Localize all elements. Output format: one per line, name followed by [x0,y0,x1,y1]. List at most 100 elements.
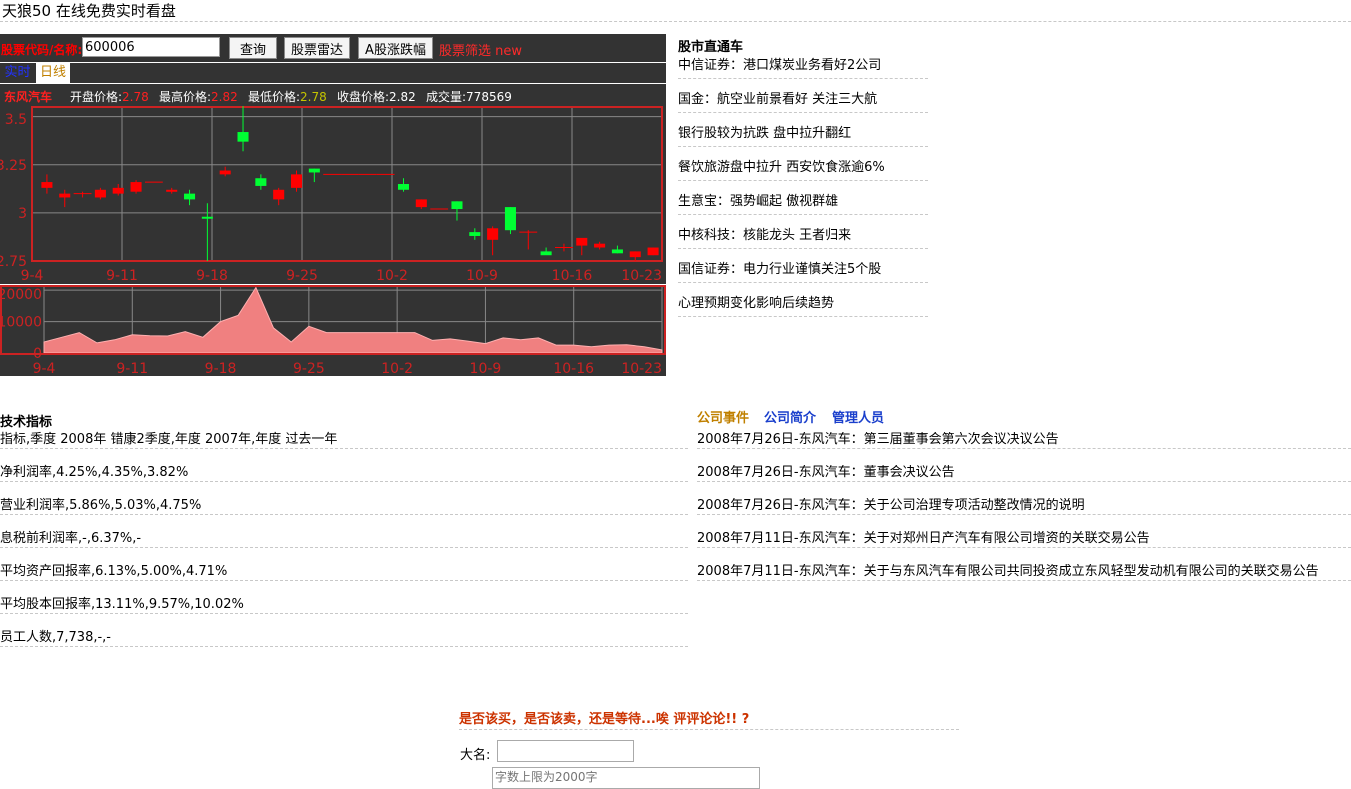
candle-body [255,178,267,186]
name-label: 大名: [460,748,491,763]
event-item[interactable]: 2008年7月11日-东风汽车：关于对郑州日产汽车有限公司增资的关联交易公告 [697,531,1351,548]
tab-company-profile[interactable]: 公司简介 [764,407,816,426]
y-tick-label: 3 [18,206,27,222]
tab-management[interactable]: 管理人员 [832,407,884,426]
candle-body [184,193,196,200]
candle-body [94,189,106,198]
tech-row: 净利润率,4.25%,4.35%,3.82% [0,465,688,482]
news-item[interactable]: 餐饮旅游盘中拉升 西安饮食涨逾6% [678,159,928,181]
candle-body [540,251,552,256]
volume: 成交量:778569 [426,88,512,105]
tab-realtime[interactable]: 实时 [0,63,35,83]
title-divider [0,21,1351,22]
candle-body [59,193,71,198]
tech-row: 平均股本回报率,13.11%,9.57%,10.02% [0,597,688,614]
event-item[interactable]: 2008年7月26日-东风汽车：关于公司治理专项活动整改情况的说明 [697,498,1351,515]
news-item[interactable]: 国信证券：电力行业谨慎关注5个股 [678,261,928,283]
close-price-value: 2.82 [389,90,416,104]
y-tick-label: 3.25 [0,158,27,174]
candle-body [308,168,320,173]
x-tick-label: 9-11 [106,268,138,284]
tab-daily[interactable]: 日线 [36,63,70,83]
stock-filter-link[interactable]: 股票筛选 new [439,40,522,59]
close-price: 收盘价格:2.82 [337,88,416,105]
event-item[interactable]: 2008年7月26日-东风汽车：第三届董事会第六次会议决议公告 [697,432,1351,449]
x-tick-label: 10-9 [466,268,498,284]
stock-code-label: 股票代码/名称: [1,43,83,57]
tech-row: 员工人数,7,738,-,- [0,630,688,647]
volume-value: 778569 [466,90,512,104]
search-toolbar: 股票代码/名称: 查询 股票雷达 A股涨跌幅 股票筛选 new [0,34,666,62]
x-tick-label: 10-16 [553,361,594,376]
x-tick-label: 10-16 [552,268,593,284]
tech-indicators-title: 技术指标 [0,415,53,430]
y-tick-label: 20000 [0,287,42,303]
candle-body [219,170,231,175]
news-item[interactable]: 中信证券：港口煤炭业务看好2公司 [678,57,928,79]
x-tick-label: 10-2 [376,268,408,284]
x-tick-label: 9-25 [293,361,325,376]
news-item[interactable]: 中核科技：核能龙头 王者归来 [678,227,928,249]
x-tick-label: 9-4 [21,268,44,284]
close-price-label: 收盘价格: [337,90,390,104]
y-tick-label: 3.5 [5,112,27,128]
candle-body [611,249,623,254]
x-tick-label: 10-2 [381,361,413,376]
y-tick-label: 10000 [0,315,42,331]
event-item[interactable]: 2008年7月11日-东风汽车：关于与东风汽车有限公司共同投资成立东风轻型发动机… [697,564,1351,581]
news-item[interactable]: 生意宝：强势崛起 傲视群雄 [678,193,928,215]
candle-body [647,247,659,256]
x-tick-label: 10-23 [621,361,662,376]
news-item[interactable]: 心理预期变化影响后续趋势 [678,295,928,317]
event-item[interactable]: 2008年7月26日-东风汽车：董事会决议公告 [697,465,1351,482]
candle-body [290,174,303,188]
comment-title: 是否该买，是否该卖，还是等待...唉 评评论论!! ? [459,708,959,730]
comment-textarea[interactable] [492,767,760,789]
tech-row: 平均资产回报率,6.13%,5.00%,4.71% [0,564,688,581]
news-item[interactable]: 银行股较为抗跌 盘中拉升翻红 [678,125,928,147]
x-tick-label: 9-18 [196,268,228,284]
name-input[interactable] [497,740,634,762]
candle-body [273,189,285,200]
x-tick-label: 9-18 [205,361,237,376]
low-price-label: 最低价格: [248,90,301,104]
open-price-value: 2.78 [122,90,149,104]
open-price: 开盘价格:2.78 [70,88,149,105]
candle-body [504,207,516,231]
news-item[interactable]: 国金：航空业前景看好 关注三大航 [678,91,928,113]
candle-body [469,232,481,236]
candle-body [112,187,124,194]
high-price: 最高价格:2.82 [159,88,238,105]
stock-code-input[interactable] [82,37,220,57]
candle-body [594,243,606,248]
candle-body [415,199,427,208]
x-tick-label: 10-9 [470,361,502,376]
kline-chart[interactable]: 3.53.2532.759-4 9-11 9-18 9-25 10-2 10-9 10-16… [0,106,666,284]
tech-row: 息税前利润率,-,6.37%,- [0,531,688,548]
low-price-value: 2.78 [300,90,327,104]
x-tick-label: 10-23 [621,268,662,284]
candle-body [487,228,499,240]
candle-body [397,184,410,190]
chart-mode-tabs: 实时 日线 [0,63,666,83]
stock-name[interactable]: 东风汽车 [4,88,52,105]
candle-body [629,251,641,258]
tech-row: 指标,季度 2008年 错康2季度,年度 2007年,年度 过去一年 [0,432,688,449]
candle-body [41,182,53,188]
news-title: 股市直通车 [678,40,744,55]
volume-chart[interactable]: 200001000009-4 9-11 9-18 9-25 10-2 10-9 10-16 1… [0,285,666,376]
tech-row: 营业利润率,5.86%,5.03%,4.75% [0,498,688,515]
open-price-label: 开盘价格: [70,90,123,104]
quote-bar: 东风汽车 开盘价格:2.78 最高价格:2.82 最低价格:2.78 收盘价格:… [0,84,666,106]
site-title: 天狼50 在线免费实时看盘 [2,2,176,20]
candle-body [130,182,142,192]
stock-radar-button[interactable]: 股票雷达 [284,37,350,59]
candle-body [576,237,588,246]
volume-label: 成交量: [426,90,467,104]
a-share-change-button[interactable]: A股涨跌幅 [358,37,433,59]
candle-body [237,132,249,142]
query-button[interactable]: 查询 [229,37,277,59]
tab-company-events[interactable]: 公司事件 [697,407,749,426]
candle-body [201,216,213,219]
candle-body [451,201,463,210]
